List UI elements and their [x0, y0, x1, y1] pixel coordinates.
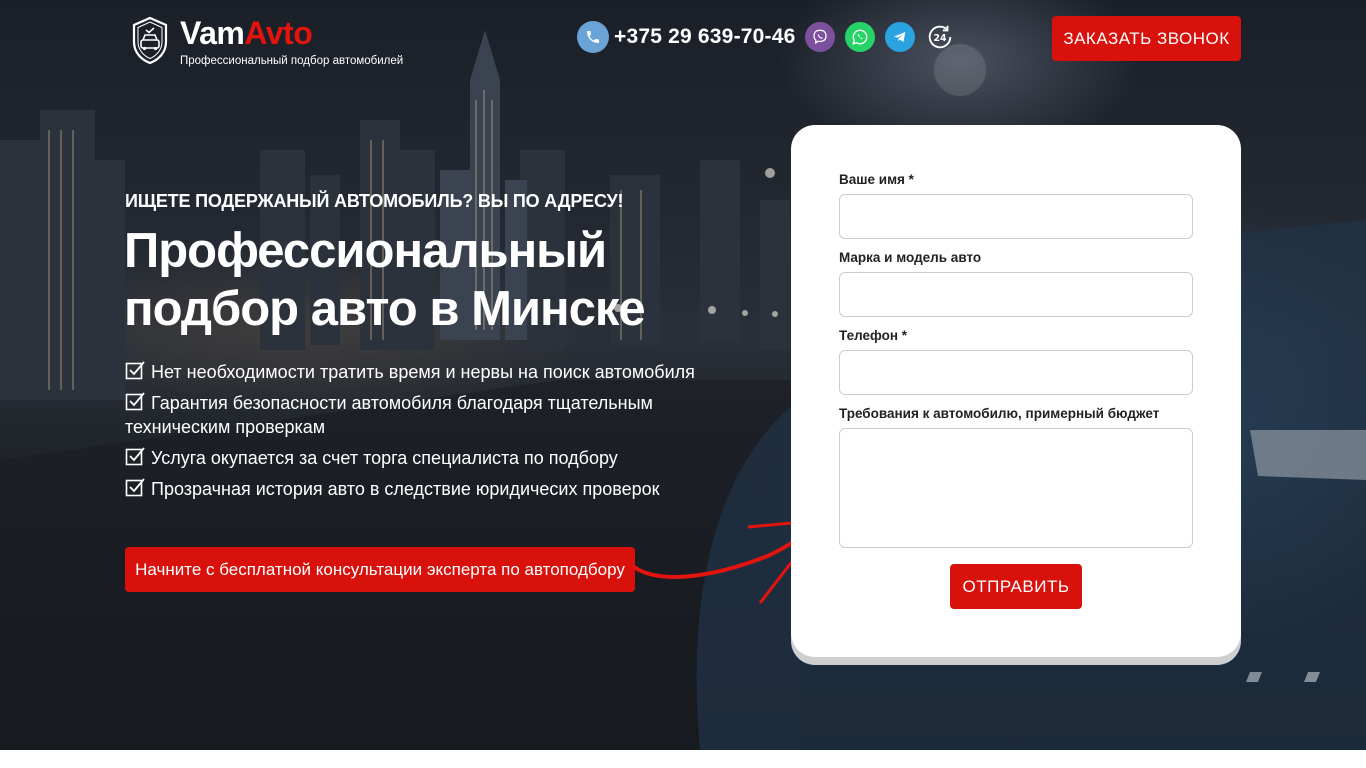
request-form: Ваше имя * Марка и модель авто Телефон *… — [791, 125, 1241, 657]
feature-item: Прозрачная история авто в следствие юрид… — [125, 477, 725, 501]
feature-text: Услуга окупается за счет торга специалис… — [151, 448, 618, 468]
checkbox-check-icon — [125, 361, 145, 380]
checkbox-check-icon — [125, 478, 145, 497]
whatsapp-icon[interactable] — [845, 22, 876, 52]
name-label: Ваше имя * — [839, 172, 914, 187]
feature-list: Нет необходимости тратить время и нервы … — [125, 360, 725, 508]
phone-number-link[interactable]: +375 29 639-70-46 — [614, 25, 795, 49]
brand-name: VamAvto — [180, 16, 403, 50]
car-shield-logo-icon — [132, 16, 168, 64]
requirements-label: Требования к автомобилю, примерный бюдже… — [839, 406, 1160, 421]
feature-text: Гарантия безопасности автомобиля благода… — [125, 393, 653, 437]
free-consultation-button[interactable]: Начните с бесплатной консультации экспер… — [125, 547, 635, 592]
site-logo[interactable]: VamAvto Профессиональный подбор автомоби… — [130, 16, 403, 67]
hero-section: VamAvto Профессиональный подбор автомоби… — [0, 0, 1366, 750]
phone-label: Телефон * — [839, 328, 908, 343]
requirements-textarea[interactable] — [839, 428, 1193, 548]
name-input[interactable] — [839, 194, 1193, 239]
brand-part-avto: Avto — [244, 15, 313, 51]
order-callback-button[interactable]: ЗАКАЗАТЬ ЗВОНОК — [1052, 16, 1241, 61]
checkbox-check-icon — [125, 392, 145, 411]
phone-icon[interactable] — [577, 21, 609, 53]
feature-item: Гарантия безопасности автомобиля благода… — [125, 391, 725, 439]
24h-support-icon[interactable]: 24 — [925, 22, 955, 52]
feature-item: Нет необходимости тратить время и нервы … — [125, 360, 725, 384]
brand-tagline: Профессиональный подбор автомобилей — [180, 55, 404, 67]
brand-part-vam: Vam — [180, 15, 245, 51]
contact-bar: +375 29 639-70-46 24 — [577, 21, 955, 53]
svg-text:24: 24 — [934, 33, 948, 44]
feature-item: Услуга окупается за счет торга специалис… — [125, 446, 725, 470]
checkbox-check-icon — [125, 447, 145, 466]
viber-icon[interactable] — [805, 22, 836, 52]
feature-text: Нет необходимости тратить время и нервы … — [151, 362, 695, 382]
hero-subtitle: ИЩЕТЕ ПОДЕРЖАНЫЙ АВТОМОБИЛЬ? ВЫ ПО АДРЕС… — [125, 191, 624, 211]
hero-title: Профессиональный подбор авто в Минске — [124, 224, 646, 336]
submit-button[interactable]: ОТПРАВИТЬ — [950, 564, 1082, 609]
telegram-icon[interactable] — [885, 22, 916, 52]
phone-input[interactable] — [839, 350, 1193, 395]
car-model-input[interactable] — [839, 272, 1193, 317]
feature-text: Прозрачная история авто в следствие юрид… — [151, 479, 660, 499]
car-model-label: Марка и модель авто — [839, 250, 982, 265]
